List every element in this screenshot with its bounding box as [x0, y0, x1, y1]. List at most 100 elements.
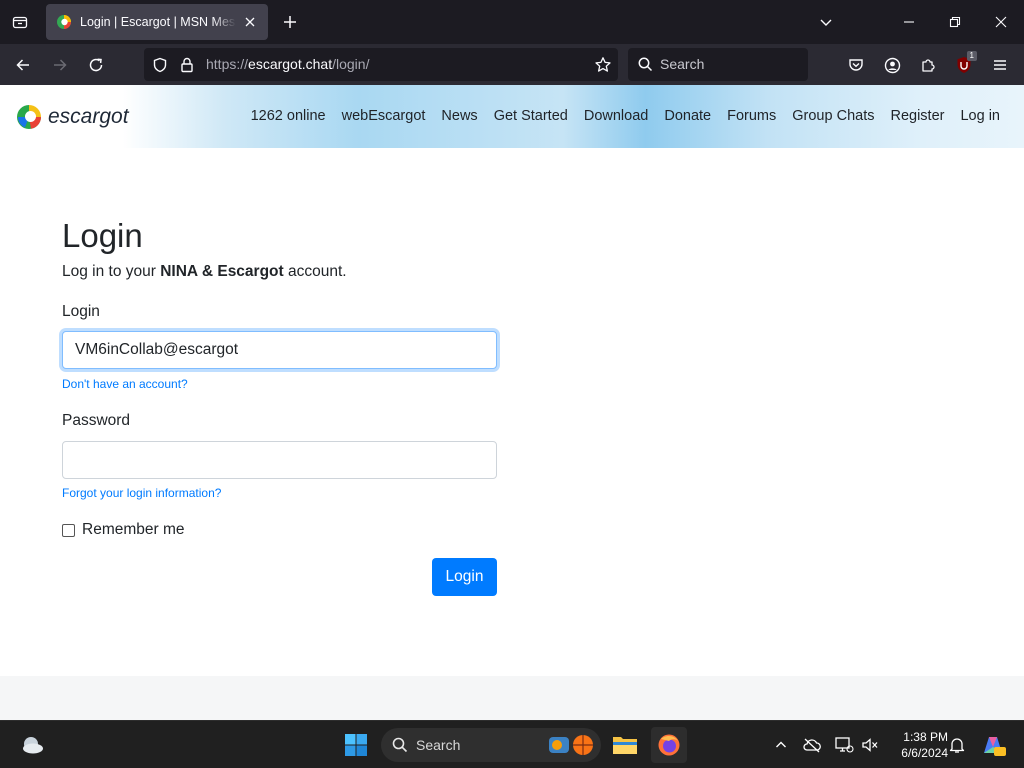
- url-path: /login/: [332, 56, 370, 72]
- weather-widget-button[interactable]: [14, 727, 50, 763]
- restore-icon: [949, 16, 961, 28]
- login-submit-button[interactable]: Login: [432, 558, 497, 596]
- nav-link-download[interactable]: Download: [584, 108, 649, 124]
- extension-badge: 1: [966, 51, 977, 61]
- site-footer: [0, 676, 1024, 720]
- search-highlight-icon: [549, 735, 593, 755]
- arrow-right-icon: [54, 59, 67, 71]
- file-explorer-button[interactable]: [607, 727, 643, 763]
- browser-tab-bar: Login | Escargot | MSN Messenger: [0, 0, 1024, 44]
- start-button[interactable]: [338, 727, 374, 763]
- password-label: Password: [62, 412, 131, 429]
- navigation-toolbar: https://escargot.chat/login/ Search 1: [0, 44, 1024, 85]
- nav-link-get-started[interactable]: Get Started: [494, 108, 568, 124]
- password-input[interactable]: [62, 441, 497, 479]
- arrow-left-icon: [16, 59, 29, 71]
- extensions-button[interactable]: [913, 50, 943, 80]
- nav-link-forums[interactable]: Forums: [727, 108, 776, 124]
- close-tab-icon[interactable]: [242, 14, 258, 30]
- notifications-button[interactable]: [945, 733, 969, 757]
- ublock-extension-button[interactable]: 1: [949, 50, 979, 80]
- show-hidden-icons-button[interactable]: [769, 733, 793, 757]
- copilot-icon: [984, 737, 1006, 756]
- copilot-button[interactable]: [980, 732, 1006, 758]
- folder-icon: [613, 737, 637, 754]
- page-viewport: escargot 1262 online webEscargot News Ge…: [0, 85, 1024, 720]
- logo-text: escargot: [48, 105, 129, 128]
- url-scheme: https://: [206, 56, 249, 72]
- chevron-up-icon: [776, 741, 786, 748]
- pocket-icon: [849, 59, 863, 71]
- taskbar-search-box[interactable]: Search: [381, 728, 601, 762]
- chevron-down-icon: [820, 19, 832, 26]
- windows-logo-icon: [345, 734, 367, 756]
- bookmark-star-icon[interactable]: [594, 56, 612, 74]
- app-menu-button[interactable]: [985, 50, 1015, 80]
- weather-cloud-icon: [23, 737, 43, 754]
- login-input[interactable]: [62, 331, 497, 369]
- firefox-icon: [658, 734, 680, 756]
- account-button[interactable]: [877, 50, 907, 80]
- url-domain: escargot.chat: [248, 56, 333, 72]
- site-nav: 1262 online webEscargot News Get Started…: [235, 108, 1000, 124]
- hamburger-menu-icon: [994, 60, 1006, 70]
- url-text[interactable]: https://escargot.chat/login/: [206, 56, 369, 72]
- address-bar[interactable]: https://escargot.chat/login/: [144, 48, 618, 81]
- remember-me-row[interactable]: Remember me: [62, 521, 185, 539]
- login-label: Login: [62, 303, 100, 320]
- no-account-link[interactable]: Don't have an account?: [62, 377, 188, 391]
- cloud-offline-icon: [803, 738, 821, 753]
- reload-button[interactable]: [81, 50, 111, 80]
- tab-title: Login | Escargot | MSN Messenger: [80, 15, 236, 29]
- onedrive-tray-button[interactable]: [800, 733, 824, 757]
- nav-link-register[interactable]: Register: [890, 108, 944, 124]
- windows-taskbar: Search 1:38 PM 6/6/2024: [0, 720, 1024, 768]
- speaker-muted-icon: [862, 738, 878, 752]
- clock-time: 1:38 PM: [903, 730, 948, 744]
- login-subtitle: Log in to your NINA & Escargot account.: [62, 263, 347, 281]
- firefox-taskbar-button[interactable]: [651, 727, 687, 763]
- reload-icon: [89, 58, 103, 72]
- lock-icon[interactable]: [180, 57, 194, 73]
- nav-link-group-chats[interactable]: Group Chats: [792, 108, 874, 124]
- nav-link-webescargot[interactable]: webEscargot: [342, 108, 426, 124]
- back-button[interactable]: [8, 50, 38, 80]
- taskbar-search-label: Search: [416, 737, 461, 753]
- forward-button[interactable]: [45, 50, 75, 80]
- nav-link-log-in[interactable]: Log in: [960, 108, 1000, 124]
- restore-button[interactable]: [939, 6, 971, 38]
- pocket-button[interactable]: [841, 50, 871, 80]
- puzzle-piece-icon: [922, 59, 935, 72]
- remember-me-label: Remember me: [82, 521, 185, 538]
- close-window-button[interactable]: [985, 6, 1017, 38]
- subtitle-prefix: Log in to your: [62, 263, 161, 280]
- network-monitor-icon: [835, 737, 854, 753]
- nav-link-donate[interactable]: Donate: [664, 108, 711, 124]
- escargot-logo-icon: [17, 105, 41, 129]
- site-logo[interactable]: escargot: [16, 103, 129, 131]
- search-icon: [392, 737, 408, 753]
- minimize-button[interactable]: [893, 6, 925, 38]
- subtitle-account-name: NINA & Escargot: [160, 263, 284, 280]
- search-icon: [638, 57, 653, 72]
- plus-icon: [284, 16, 296, 28]
- list-all-tabs-button[interactable]: [6, 8, 34, 36]
- close-icon: [995, 16, 1007, 28]
- nav-link-news[interactable]: News: [441, 108, 477, 124]
- new-tab-button[interactable]: [276, 8, 304, 36]
- remember-me-checkbox[interactable]: [62, 523, 75, 537]
- subtitle-suffix: account.: [283, 263, 347, 280]
- tab-overflow-chevron-button[interactable]: [810, 6, 842, 38]
- bell-icon: [949, 738, 965, 753]
- volume-tray-button[interactable]: [858, 733, 882, 757]
- taskbar-clock[interactable]: 1:38 PM 6/6/2024: [884, 729, 948, 761]
- search-placeholder: Search: [660, 56, 705, 72]
- clock-date: 6/6/2024: [901, 746, 948, 760]
- search-bar[interactable]: Search: [628, 48, 808, 81]
- escargot-favicon-icon: [57, 15, 71, 29]
- shield-icon[interactable]: [152, 57, 168, 73]
- network-tray-button[interactable]: [832, 733, 856, 757]
- forgot-login-link[interactable]: Forgot your login information?: [62, 486, 221, 500]
- active-tab[interactable]: Login | Escargot | MSN Messenger: [46, 4, 268, 40]
- account-icon: [884, 57, 900, 73]
